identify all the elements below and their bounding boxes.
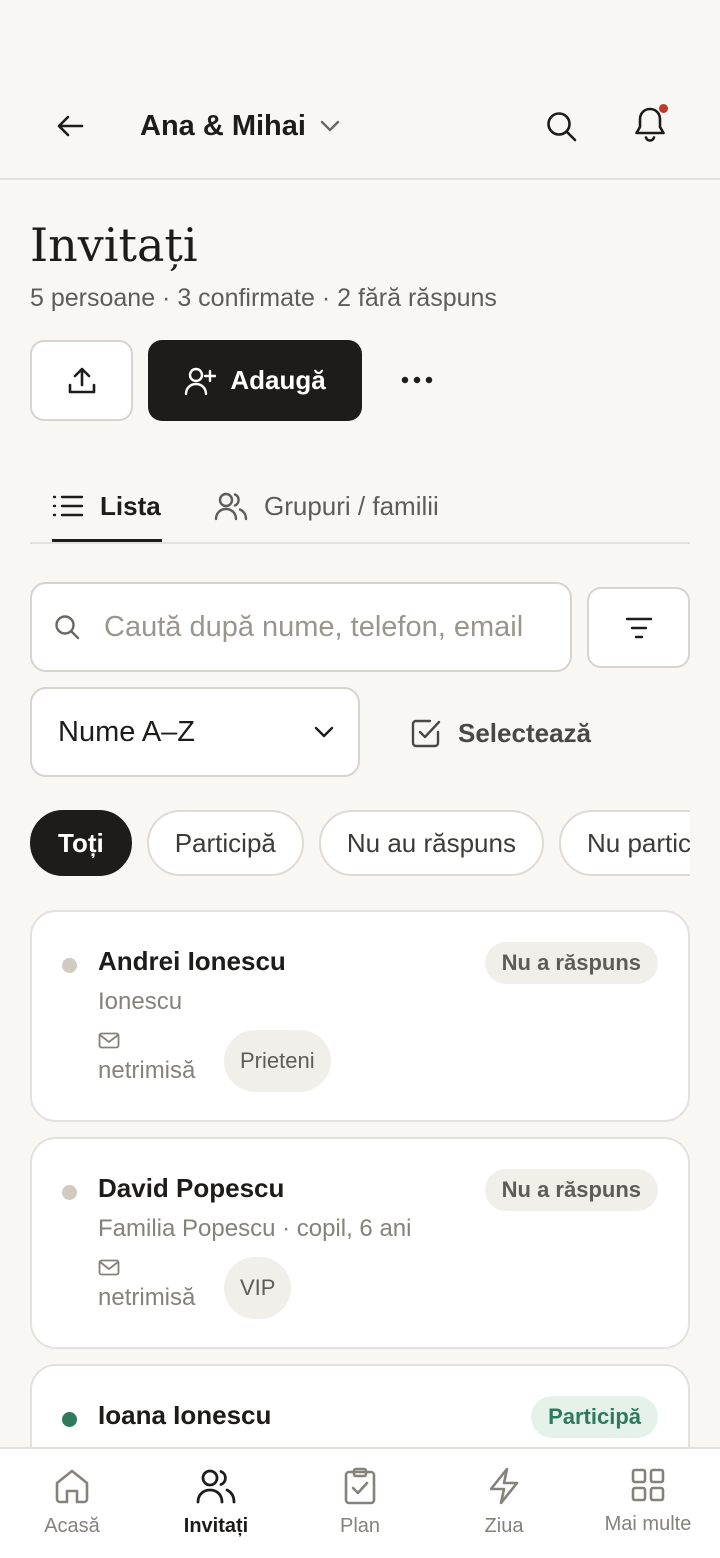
notifications-button[interactable] (628, 102, 672, 148)
guest-search-box[interactable] (30, 582, 572, 672)
arrow-left-icon (57, 115, 84, 137)
lightning-icon (489, 1467, 519, 1505)
chevron-down-icon (314, 726, 334, 738)
bottom-navigation: Acasă Invitați Plan Ziua Mai multe (0, 1447, 720, 1558)
nav-label: Invitați (183, 1515, 249, 1537)
chevron-down-icon (320, 120, 340, 132)
search-input[interactable] (104, 610, 544, 644)
notification-dot (659, 104, 668, 113)
rsvp-badge: Nu a răspuns (484, 942, 658, 984)
nav-item-day[interactable]: Ziua (432, 1467, 576, 1538)
nav-item-guests[interactable]: Invitați (144, 1467, 288, 1538)
filter-chip-all[interactable]: Toți (30, 810, 132, 876)
clipboard-check-icon (344, 1467, 376, 1505)
home-icon (55, 1469, 89, 1504)
nav-label: Ziua (484, 1515, 524, 1537)
nav-label: Acasă (44, 1515, 100, 1537)
grid-icon (631, 1468, 665, 1502)
filter-chip-attending[interactable]: Participă (146, 810, 304, 876)
select-mode-label: Selectează (458, 717, 591, 748)
rsvp-badge: Participă (531, 1396, 658, 1438)
more-horizontal-icon (401, 376, 433, 384)
event-name: Ana & Mihai (140, 109, 306, 142)
tab-groups[interactable]: Grupuri / familii (214, 470, 439, 542)
filter-icon (625, 617, 652, 638)
search-icon (547, 112, 577, 142)
checkbox-icon (411, 719, 441, 748)
tab-list[interactable]: Lista (52, 470, 161, 542)
nav-label: Plan (339, 1515, 381, 1537)
sort-value: Nume A–Z (58, 715, 195, 748)
guest-family: Familia Popescu · copil, 6 ani (98, 1215, 412, 1242)
header-search-button[interactable] (540, 105, 582, 147)
invite-state: netrimisă (98, 1032, 195, 1085)
status-dot (62, 958, 77, 973)
active-tab-indicator (52, 539, 162, 542)
sort-select[interactable]: Nume A–Z (30, 687, 360, 777)
upload-icon (68, 367, 95, 393)
nav-item-more[interactable]: Mai multe (576, 1467, 720, 1536)
rsvp-badge: Nu a răspuns (484, 1169, 658, 1211)
guest-tag: VIP (224, 1257, 292, 1319)
guest-name: David Popescu (98, 1173, 285, 1203)
nav-item-plan[interactable]: Plan (288, 1467, 432, 1538)
guest-card[interactable]: Andrei Ionescu Ionescu netrimisă Prieten… (30, 910, 690, 1122)
users-icon (196, 1469, 236, 1504)
guest-tag: Prieteni (224, 1030, 331, 1092)
filter-chip-no-response[interactable]: Nu au răspuns (318, 810, 544, 876)
nav-label: Mai multe (604, 1513, 692, 1535)
users-icon (214, 492, 248, 521)
status-dot (62, 1185, 77, 1200)
filter-chip-not-attending[interactable]: Nu participă (558, 810, 690, 876)
guest-card[interactable]: David Popescu Familia Popescu · copil, 6… (30, 1137, 690, 1349)
status-filter-chips: Toți Participă Nu au răspuns Nu particip… (30, 810, 690, 878)
mail-icon (98, 1032, 120, 1049)
nav-item-home[interactable]: Acasă (0, 1467, 144, 1538)
event-switcher[interactable]: Ana & Mihai (140, 104, 340, 148)
invite-status: netrimisă (98, 1057, 196, 1084)
add-guest-button[interactable]: Adaugă (148, 340, 362, 421)
more-options-button[interactable] (390, 360, 444, 400)
invite-state: netrimisă (98, 1259, 195, 1312)
invite-status: netrimisă (98, 1284, 196, 1311)
filter-button[interactable] (587, 587, 690, 668)
user-plus-icon (185, 367, 217, 395)
guest-summary: 5 persoane · 3 confirmate · 2 fără răspu… (30, 284, 497, 312)
tab-list-label: Lista (100, 490, 161, 521)
app-header: Ana & Mihai (0, 0, 720, 180)
guest-family: Ionescu (98, 988, 183, 1015)
search-icon (55, 615, 80, 640)
select-mode-button[interactable]: Selectează (410, 712, 591, 754)
tab-groups-label: Grupuri / familii (264, 490, 439, 521)
add-guest-label: Adaugă (230, 365, 326, 395)
export-button[interactable] (30, 340, 133, 421)
page-title: Invitați (30, 218, 198, 272)
view-tabs: Lista Grupuri / familii (30, 470, 690, 544)
guest-name: Ioana Ionescu (98, 1400, 272, 1430)
guest-name: Andrei Ionescu (98, 946, 286, 976)
mail-icon (98, 1259, 120, 1276)
status-dot (62, 1412, 77, 1427)
list-icon (52, 495, 84, 517)
back-button[interactable] (50, 106, 90, 146)
